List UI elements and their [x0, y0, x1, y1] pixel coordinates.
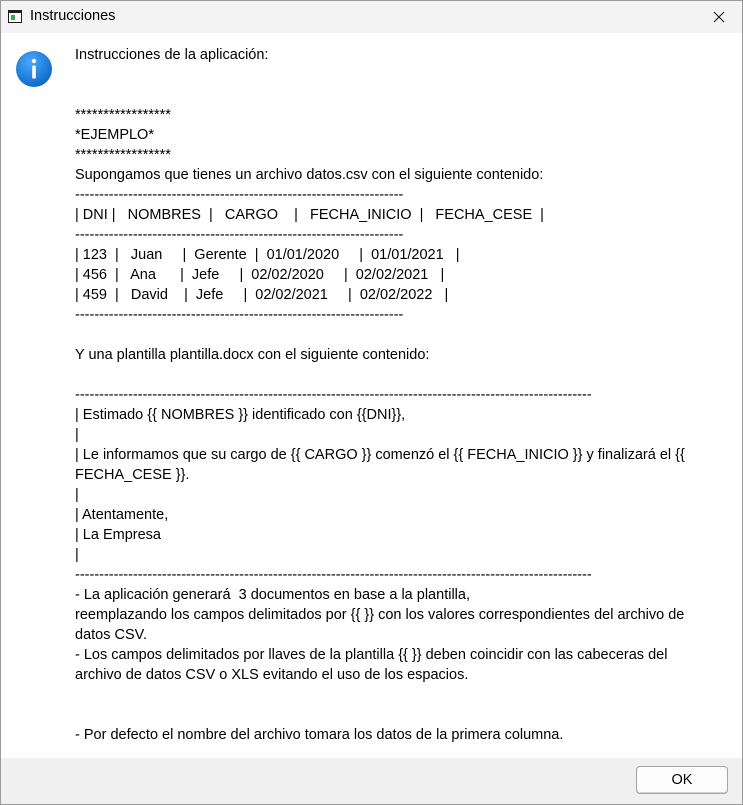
message-line: | Estimado {{ NOMBRES }} identificado co…: [75, 407, 406, 423]
info-icon: [16, 51, 52, 87]
message-line: *****************: [75, 107, 171, 123]
message-line: archivo de datos CSV o XLS evitando el u…: [75, 667, 469, 683]
message-line: [75, 65, 733, 85]
message-line: |: [75, 487, 79, 503]
message-line: - La aplicación generará 3 documentos en…: [75, 587, 470, 603]
message-line: [75, 685, 733, 705]
message-line: | La Empresa: [75, 527, 161, 543]
message-line: | Le informamos que su cargo de {{ CARGO…: [75, 447, 685, 463]
message-line: Supongamos que tienes un archivo datos.c…: [75, 167, 544, 183]
message-line: ----------------------------------------…: [75, 227, 404, 243]
message-line: *EJEMPLO*: [75, 127, 154, 143]
window-title: Instrucciones: [30, 8, 116, 24]
message-line: | DNI | NOMBRES | CARGO | FECHA_INICIO |…: [75, 207, 544, 223]
message-line: | 459 | David | Jefe | 02/02/2021 | 02/0…: [75, 287, 449, 303]
message-line: | 123 | Juan | Gerente | 01/01/2020 | 01…: [75, 247, 460, 263]
message-line: FECHA_CESE }}.: [75, 467, 190, 483]
message-line: [75, 85, 733, 105]
message-line: |: [75, 547, 79, 563]
message-line: ----------------------------------------…: [75, 387, 592, 403]
message-line: [75, 705, 733, 725]
message-line: | Atentamente,: [75, 507, 169, 523]
message-line: ----------------------------------------…: [75, 307, 404, 323]
title-bar[interactable]: Instrucciones: [1, 1, 742, 33]
message-line: datos CSV.: [75, 627, 148, 643]
dialog-footer: OK: [1, 758, 742, 804]
message-line: ----------------------------------------…: [75, 187, 404, 203]
message-line: Y una plantilla plantilla.docx con el si…: [75, 347, 430, 363]
close-button[interactable]: [696, 1, 742, 33]
message-line: - Los campos delimitados por llaves de l…: [75, 647, 668, 663]
message-line: [75, 325, 733, 345]
message-line: Instrucciones de la aplicación:: [75, 47, 269, 63]
message-line: ----------------------------------------…: [75, 567, 592, 583]
app-window-icon: [8, 10, 22, 23]
message-line: - Por defecto el nombre del archivo toma…: [75, 727, 564, 743]
message-text: Instrucciones de la aplicación: *********…: [75, 45, 733, 745]
message-line: |: [75, 427, 79, 443]
message-line: | 456 | Ana | Jefe | 02/02/2020 | 02/02/…: [75, 267, 445, 283]
message-line: reemplazando los campos delimitados por …: [75, 607, 685, 623]
dialog-content: Instrucciones de la aplicación: *********…: [1, 33, 742, 758]
message-line: [75, 365, 733, 385]
message-line: *****************: [75, 147, 171, 163]
dialog-window: Instrucciones Instrucciones de la aplica…: [0, 0, 743, 805]
ok-button[interactable]: OK: [636, 766, 728, 794]
close-icon: [713, 11, 725, 23]
